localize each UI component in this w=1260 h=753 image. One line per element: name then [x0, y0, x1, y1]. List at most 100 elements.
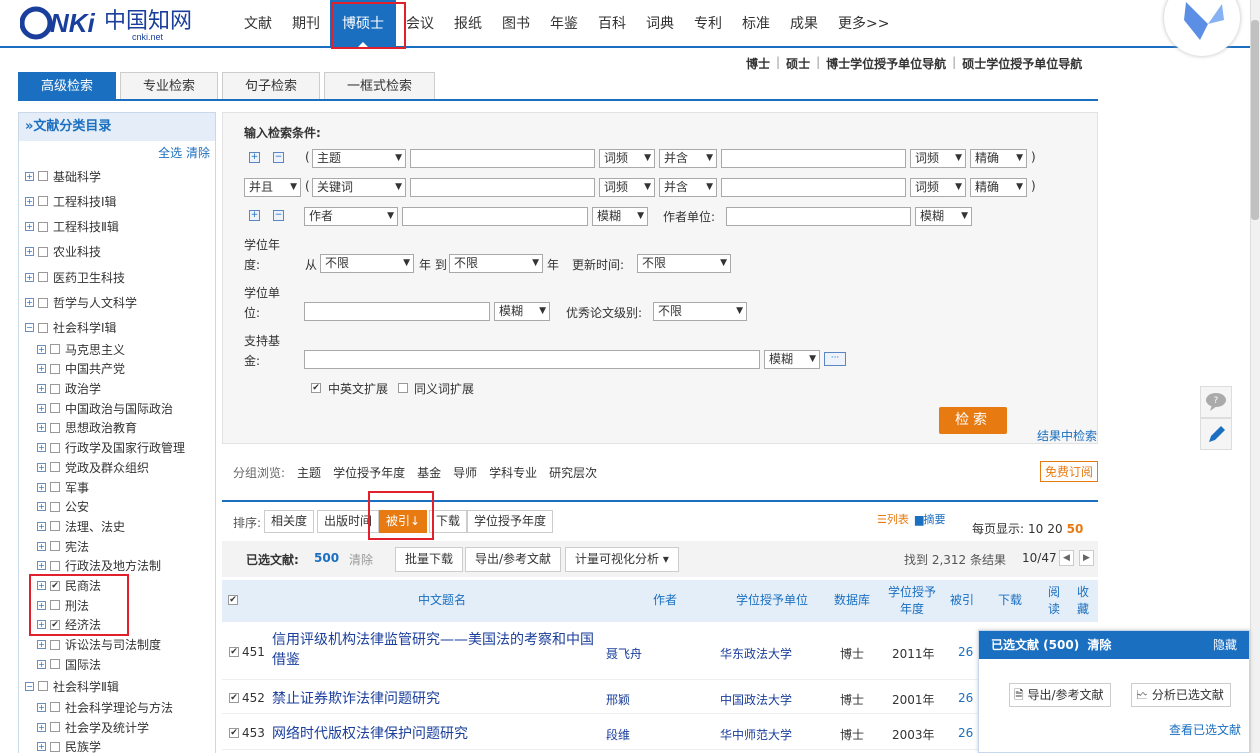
row-title-link[interactable]: 信用评级机构法律监管研究——美国法的考察和中国借鉴 [272, 630, 602, 670]
list-view-toggle[interactable]: ☰列表 [877, 511, 909, 527]
subnav-item-2[interactable]: 博士学位授予单位导航 [826, 55, 946, 72]
group-item-1[interactable]: 学位授予年度 [333, 464, 405, 481]
degree-year-to-select[interactable]: 不限 [449, 254, 543, 273]
category-label[interactable]: 民族学 [65, 738, 101, 753]
expand-icon[interactable]: + [37, 722, 46, 732]
row-cited[interactable]: 26 [958, 726, 973, 740]
expand-icon[interactable]: + [37, 462, 46, 472]
expand-icon[interactable]: + [25, 171, 34, 181]
category-sub-7[interactable]: + 军事 [37, 477, 89, 497]
table-row[interactable]: ✔ 451 信用评级机构法律监管研究——美国法的考察和中国借鉴 聂飞舟 华东政法大学 博士… [222, 624, 1098, 680]
row1-input-1[interactable] [410, 149, 595, 168]
expand-icon[interactable]: + [37, 482, 46, 492]
col-db[interactable]: 数据库 [827, 592, 877, 609]
category-checkbox[interactable] [50, 741, 60, 752]
row2-match-select[interactable]: 精确 [970, 178, 1027, 197]
col-cited[interactable]: 被引 [944, 592, 980, 609]
row1-freq-select-2[interactable]: 词频 [910, 149, 966, 168]
category-checkbox[interactable] [50, 383, 60, 394]
selected-panel-clear[interactable]: 清除 [1087, 638, 1111, 652]
col-title[interactable]: 中文题名 [392, 592, 492, 609]
expand-icon[interactable]: + [25, 272, 34, 282]
category-sub-11[interactable]: + 行政法及地方法制 [37, 556, 161, 576]
tab-0[interactable]: 高级检索 [18, 72, 117, 99]
expand-icon[interactable]: + [37, 581, 46, 590]
category-checkbox[interactable] [50, 344, 60, 355]
per-page-10[interactable]: 10 [1028, 522, 1043, 536]
author-match-select[interactable]: 模糊 [592, 207, 648, 226]
row2-freq-select-2[interactable]: 词频 [910, 178, 966, 197]
category-sub-13[interactable]: + 刑法 [37, 595, 89, 615]
nav-item-3[interactable]: 会议 [396, 0, 444, 46]
expand-icon[interactable]: + [37, 502, 46, 512]
expand-icon[interactable]: − [25, 681, 34, 691]
row1-op-select[interactable]: 并含 [659, 149, 717, 168]
excellent-level-select[interactable]: 不限 [653, 302, 747, 321]
group-item-5[interactable]: 研究层次 [549, 464, 597, 481]
expand-icon[interactable]: + [25, 298, 34, 307]
edit-pen-icon[interactable] [1200, 418, 1232, 450]
search-button[interactable]: 检索 [939, 407, 1007, 434]
subnav-item-1[interactable]: 硕士 [786, 55, 810, 72]
group-item-0[interactable]: 主题 [297, 464, 321, 481]
group-item-3[interactable]: 导师 [453, 464, 477, 481]
per-page-20[interactable]: 20 [1047, 522, 1062, 536]
group-item-2[interactable]: 基金 [417, 464, 441, 481]
sort-2[interactable]: 被引↓ [379, 510, 428, 533]
nav-item-6[interactable]: 年鉴 [540, 0, 588, 46]
row-checkbox[interactable]: ✔ [229, 728, 239, 738]
row1-field-select[interactable]: 主题 [312, 149, 406, 168]
row-unit[interactable]: 华中师范大学 [720, 726, 792, 743]
row-cited[interactable]: 26 [958, 645, 973, 659]
table-row[interactable]: ✔ 453 网络时代版权法律保护问题研究 段维 华中师范大学 博士 2003年 26 [222, 716, 1098, 750]
expand-icon[interactable]: + [37, 403, 46, 413]
nav-item-10[interactable]: 标准 [732, 0, 780, 46]
batch-download-button[interactable]: 批量下载 [395, 547, 464, 572]
category-label[interactable]: 行政学及国家行政管理 [65, 439, 185, 456]
expand-icon[interactable]: + [37, 620, 46, 630]
row-author[interactable]: 段维 [606, 726, 630, 743]
category-top-0[interactable]: + 基础科学 [25, 166, 101, 186]
add-author-icon[interactable]: + [249, 210, 260, 221]
category-sub-5[interactable]: + 行政学及国家行政管理 [37, 438, 185, 458]
category-label[interactable]: 军事 [65, 479, 89, 496]
category-checkbox[interactable]: ✔ [50, 580, 60, 591]
category-checkbox[interactable] [50, 722, 60, 732]
category-sub-8[interactable]: + 公安 [37, 497, 89, 517]
category-label[interactable]: 哲学与人文科学 [53, 294, 137, 311]
table-row[interactable]: ✔ 452 禁止证券欺诈法律问题研究 邢颖 中国政法大学 博士 2001年 26 [222, 682, 1098, 714]
col-year-1[interactable]: 学位授予 [882, 584, 942, 601]
col-download[interactable]: 下载 [990, 592, 1030, 609]
row-author[interactable]: 邢颖 [606, 691, 630, 708]
row-checkbox[interactable]: ✔ [229, 693, 239, 703]
category-label[interactable]: 行政法及地方法制 [65, 557, 161, 574]
nav-item-4[interactable]: 报纸 [444, 0, 492, 46]
per-page-50[interactable]: 50 [1067, 522, 1084, 536]
next-page-button[interactable]: ▶ [1079, 550, 1094, 566]
category-sub-15[interactable]: + 诉讼法与司法制度 [37, 635, 161, 655]
expand-icon[interactable]: + [37, 659, 46, 669]
category-label[interactable]: 社会科学Ⅰ辑 [53, 319, 117, 336]
panel-analyze-button[interactable]: 🗠 分析已选文献 [1131, 683, 1231, 707]
category-checkbox[interactable] [50, 462, 60, 473]
category-label[interactable]: 马克思主义 [65, 341, 125, 358]
expand-icon[interactable]: + [25, 222, 34, 232]
category-label[interactable]: 基础科学 [53, 168, 101, 185]
expand-icon[interactable]: + [37, 541, 46, 551]
subnav-item-3[interactable]: 硕士学位授予单位导航 [962, 55, 1082, 72]
author-input[interactable] [402, 207, 588, 226]
group-item-4[interactable]: 学科专业 [489, 464, 537, 481]
category-checkbox[interactable] [38, 171, 48, 181]
visual-analysis-button[interactable]: 计量可视化分析 ▾ [565, 547, 679, 572]
nav-item-9[interactable]: 专利 [684, 0, 732, 46]
cnki-logo[interactable]: NKi 中国知网 cnki.net [20, 4, 205, 42]
category-checkbox[interactable] [50, 541, 60, 552]
sort-0[interactable]: 相关度 [264, 510, 315, 533]
add-row-icon[interactable]: + [249, 152, 260, 163]
category-label[interactable]: 医药卫生科技 [53, 269, 125, 286]
category-label[interactable]: 经济法 [65, 616, 101, 633]
bird-mascot-icon[interactable] [1164, 0, 1240, 56]
nav-item-11[interactable]: 成果 [780, 0, 828, 46]
ext-cn-en-checkbox[interactable]: ✔ [311, 383, 321, 393]
update-time-select[interactable]: 不限 [637, 254, 731, 273]
